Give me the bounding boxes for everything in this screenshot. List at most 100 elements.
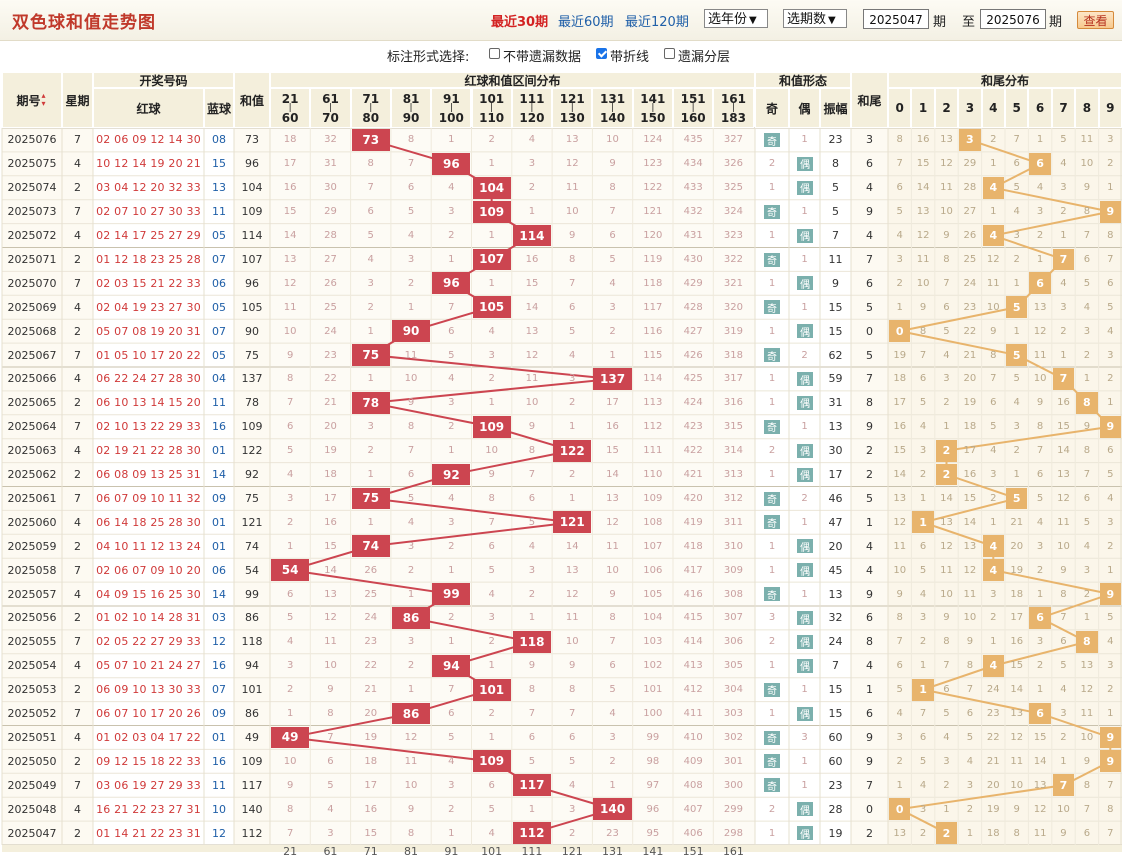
tail-omit-cell: 22 xyxy=(986,731,1000,743)
blue-ball-cell: 06 xyxy=(212,276,226,290)
tail-hit-mark: 3 xyxy=(959,129,981,151)
option-checkbox-layer[interactable] xyxy=(664,48,675,59)
even-omit-cell: 1 xyxy=(801,206,808,218)
interval-omit-cell: 3 xyxy=(407,253,415,265)
period-select[interactable]: 选期数 ▼ xyxy=(783,9,847,28)
interval-omit-cell: 2 xyxy=(407,277,415,289)
sort-icon[interactable]: ▴▾ xyxy=(42,92,48,108)
interval-omit-cell: 9 xyxy=(327,684,334,696)
red-balls-cell: 06 10 13 14 15 20 xyxy=(96,396,201,410)
tail-omit-cell: 9 xyxy=(943,230,950,242)
period-cell: 2025048 xyxy=(7,802,57,816)
blue-ball-cell: 05 xyxy=(212,300,226,314)
footer-interval-low: 21 xyxy=(283,845,298,858)
interval-omit-cell: 3 xyxy=(569,373,576,385)
tail-omit-cell: 11 xyxy=(1010,755,1024,767)
tail-omit-cell: 9 xyxy=(1036,397,1044,409)
period-cell: 2025059 xyxy=(7,539,57,553)
interval-omit-cell: 1 xyxy=(488,731,495,743)
blue-ball-cell: 08 xyxy=(212,133,226,147)
even-badge: 偶 xyxy=(797,395,813,410)
odd-badge: 奇 xyxy=(764,204,780,219)
range-60-link[interactable]: 最近60期 xyxy=(558,11,614,30)
tail-omit-cell: 20 xyxy=(1010,540,1024,552)
interval-omit-cell: 426 xyxy=(683,349,703,361)
tail-omit-cell: 14 xyxy=(963,516,977,528)
interval-omit-cell: 1 xyxy=(407,588,415,600)
odd-omit-cell: 1 xyxy=(768,325,776,337)
interval-omit-cell: 114 xyxy=(643,373,663,385)
interval-omit-cell: 3 xyxy=(569,803,576,815)
interval-omit-cell: 9 xyxy=(488,469,495,481)
interval-omit-cell: 7 xyxy=(609,206,616,218)
from-unit-label: 期 xyxy=(933,15,947,30)
tail-omit-cell: 4 xyxy=(919,421,927,433)
interval-omit-cell: 302 xyxy=(723,731,743,743)
sum-cell: 109 xyxy=(241,420,263,434)
interval-omit-cell: 7 xyxy=(448,684,455,696)
tail-omit-cell: 6 xyxy=(1107,445,1114,457)
even-badge: 偶 xyxy=(797,634,813,649)
week-cell: 7 xyxy=(74,563,81,577)
header-blue: 蓝球 xyxy=(204,88,234,128)
tail-omit-cell: 3 xyxy=(966,779,974,791)
odd-omit-cell: 1 xyxy=(768,564,776,576)
option-checkbox-no-omit[interactable] xyxy=(489,48,500,59)
tail-hit-mark: 9 xyxy=(1099,200,1121,223)
blue-ball-cell: 12 xyxy=(212,826,226,840)
tail-omit-cell: 29 xyxy=(963,158,977,170)
tail-hit-mark: 5 xyxy=(1006,487,1028,510)
tail-omit-cell: 5 xyxy=(1107,301,1114,313)
odd-omit-cell: 2 xyxy=(768,445,776,457)
tail-omit-cell: 1 xyxy=(919,492,927,504)
to-period-input[interactable]: 2025076 xyxy=(980,9,1046,29)
tail-omit-cell: 15 xyxy=(916,158,930,170)
range-120-link[interactable]: 最近120期 xyxy=(625,11,689,30)
interval-omit-cell: 13 xyxy=(565,564,579,576)
tail-omit-cell: 4 xyxy=(919,588,927,600)
interval-omit-cell: 2 xyxy=(367,445,374,457)
header-form-group: 和值形态 xyxy=(755,72,851,88)
interval-omit-cell: 123 xyxy=(643,158,663,170)
interval-omit-cell: 3 xyxy=(488,349,495,361)
interval-omit-cell: 8 xyxy=(286,803,294,815)
tail-omit-cell: 2 xyxy=(1060,325,1067,337)
interval-omit-cell: 117 xyxy=(643,301,663,313)
interval-omit-cell: 4 xyxy=(569,349,576,361)
footer-interval-low: 131 xyxy=(602,845,624,858)
odd-omit-cell: 1 xyxy=(768,660,776,672)
interval-omit-cell: 13 xyxy=(525,325,539,337)
interval-omit-cell: 5 xyxy=(528,755,536,767)
blue-ball-cell: 01 xyxy=(212,730,226,744)
query-button[interactable]: 查看 xyxy=(1077,11,1114,29)
even-omit-cell: 1 xyxy=(801,421,808,433)
range-30-link[interactable]: 最近30期 xyxy=(491,11,548,30)
week-cell: 7 xyxy=(74,205,81,219)
tail-omit-cell: 5 xyxy=(943,325,950,337)
option-checkbox-line[interactable] xyxy=(596,48,607,59)
interval-omit-cell: 116 xyxy=(643,325,663,337)
interval-omit-cell: 30 xyxy=(324,182,337,194)
tail-omit-cell: 2 xyxy=(1060,206,1067,218)
odd-omit-cell: 1 xyxy=(768,827,776,839)
interval-omit-cell: 2 xyxy=(448,421,455,433)
tail-omit-cell: 3 xyxy=(1083,325,1091,337)
interval-omit-cell: 1 xyxy=(488,397,495,409)
tail-omit-cell: 21 xyxy=(986,755,1000,767)
header-period[interactable]: 期号 ▴▾ xyxy=(2,72,62,128)
tail-omit-cell: 5 xyxy=(1107,469,1114,481)
interval-omit-cell: 2 xyxy=(569,397,576,409)
interval-omit-cell: 97 xyxy=(646,779,660,791)
odd-omit-cell: 1 xyxy=(768,277,776,289)
tail-omit-cell: 3 xyxy=(919,445,927,457)
week-cell: 2 xyxy=(74,468,81,482)
interval-omit-cell: 3 xyxy=(448,779,455,791)
tail-omit-cell: 22 xyxy=(963,325,977,337)
interval-omit-cell: 16 xyxy=(525,253,539,265)
interval-omit-cell: 3 xyxy=(609,301,616,313)
week-cell: 4 xyxy=(74,157,81,171)
interval-omit-cell: 3 xyxy=(367,277,374,289)
tail-hit-mark: 9 xyxy=(1099,726,1121,749)
from-period-input[interactable]: 2025047 xyxy=(863,9,929,29)
year-select[interactable]: 选年份 ▼ xyxy=(704,9,768,28)
